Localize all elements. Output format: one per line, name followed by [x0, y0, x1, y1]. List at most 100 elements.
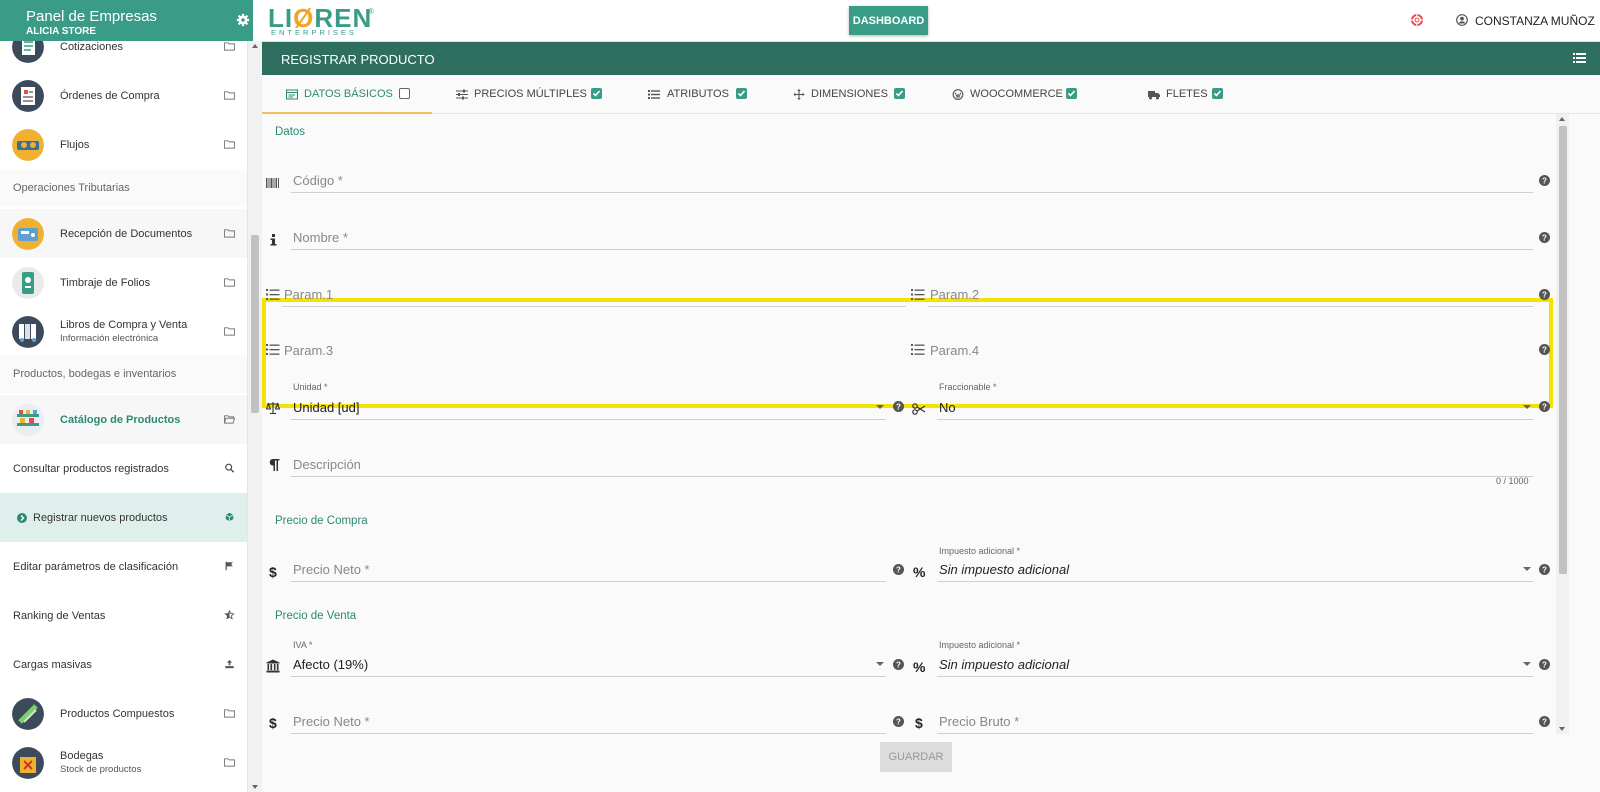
question-circle-icon[interactable]: ?: [1539, 344, 1550, 355]
sidebar-item-ranking-ventas[interactable]: Ranking de Ventas: [0, 591, 247, 641]
descripcion-counter: 0 / 1000: [1496, 476, 1529, 486]
param2-field[interactable]: Param.2: [928, 281, 1533, 307]
folder-icon: [224, 91, 235, 100]
scroll-down-icon[interactable]: [1559, 727, 1565, 731]
page-title: REGISTRAR PRODUCTO: [281, 52, 435, 67]
compra-impuesto-select[interactable]: Sin impuesto adicional: [937, 556, 1533, 582]
productos-compuestos-icon: [12, 698, 44, 730]
svg-text:?: ?: [1542, 346, 1547, 355]
sidebar-item-cotizaciones[interactable]: Cotizaciones: [0, 41, 247, 72]
codigo-field[interactable]: Código *: [291, 167, 1533, 193]
param3-field[interactable]: Param.3: [282, 336, 906, 362]
card-icon: [286, 89, 298, 100]
scroll-up-icon[interactable]: [1559, 117, 1565, 121]
venta-precio-bruto-field[interactable]: Precio Bruto *: [937, 708, 1533, 734]
sidebar-item-label: Timbraje de Folios: [60, 277, 151, 289]
tab-checkbox-checked[interactable]: [894, 88, 905, 99]
question-circle-icon[interactable]: ?: [1539, 401, 1550, 412]
sidebar-item-recepcion-documentos[interactable]: Recepción de Documentos: [0, 209, 247, 259]
question-circle-icon[interactable]: ?: [893, 659, 904, 670]
sidebar-item-cargas-masivas[interactable]: Cargas masivas: [0, 640, 247, 690]
tab-checkbox-checked[interactable]: [591, 88, 602, 99]
sidebar-item-consultar-productos[interactable]: Consultar productos registrados: [0, 444, 247, 494]
venta-impuesto-label: Impuesto adicional *: [939, 640, 1021, 650]
question-circle-icon[interactable]: ?: [1539, 289, 1550, 300]
iva-select[interactable]: Afecto (19%): [291, 651, 886, 677]
dollar-icon: $: [915, 715, 923, 731]
compra-precio-neto-field[interactable]: Precio Neto *: [291, 556, 886, 582]
flujos-icon: [12, 129, 44, 161]
tab-fletes[interactable]: FLETES: [1148, 75, 1248, 114]
nombre-field[interactable]: Nombre *: [291, 224, 1533, 250]
scroll-up-icon[interactable]: [252, 44, 258, 48]
folder-icon: [224, 758, 235, 767]
question-circle-icon[interactable]: ?: [1539, 175, 1550, 186]
sidebar-item-flujos[interactable]: Flujos: [0, 120, 247, 170]
question-circle-icon[interactable]: ?: [1539, 659, 1550, 670]
tab-label: ATRIBUTOS: [667, 88, 729, 100]
question-circle-icon[interactable]: ?: [1539, 564, 1550, 575]
tab-label: DATOS BÁSICOS: [304, 88, 393, 100]
compra-impuesto-label: Impuesto adicional *: [939, 546, 1021, 556]
list-menu-icon[interactable]: [1573, 52, 1586, 64]
venta-impuesto-value: Sin impuesto adicional: [939, 657, 1070, 672]
flag-icon: [225, 561, 233, 571]
save-button[interactable]: GUARDAR: [880, 742, 952, 772]
question-circle-icon[interactable]: ?: [1539, 716, 1550, 727]
sidebar-item-libros-compra-venta[interactable]: Libros de Compra y Venta Información ele…: [0, 307, 247, 357]
sidebar-item-catalogo-productos[interactable]: Catálogo de Productos: [0, 395, 247, 445]
sidebar-item-sublabel: Información electrónica: [60, 333, 159, 344]
tab-label: WOOCOMMERCE: [970, 88, 1063, 100]
lifebuoy-icon[interactable]: [1411, 14, 1423, 26]
question-circle-icon[interactable]: ?: [1539, 232, 1550, 243]
sidebar-item-productos-compuestos[interactable]: Productos Compuestos: [0, 689, 247, 739]
sidebar-item-bodegas[interactable]: Bodegas Stock de productos: [0, 738, 247, 788]
tab-dimensiones[interactable]: DIMENSIONES: [793, 75, 913, 114]
cotizaciones-icon: [12, 41, 44, 63]
gear-icon[interactable]: [236, 13, 250, 27]
unidad-select[interactable]: Unidad [ud]: [291, 394, 886, 420]
sidebar-item-registrar-productos[interactable]: Registrar nuevos productos: [0, 493, 247, 543]
tab-checkbox-checked[interactable]: [736, 88, 747, 99]
fraccionable-select[interactable]: No: [937, 394, 1533, 420]
question-circle-icon[interactable]: ?: [893, 564, 904, 575]
cube-icon: [225, 512, 234, 522]
dashboard-button[interactable]: DASHBOARD: [849, 6, 928, 35]
tab-atributos[interactable]: ATRIBUTOS: [648, 75, 758, 114]
lioren-logo[interactable]: LIØREN ® ENTERPRISES: [268, 3, 378, 37]
tab-woocommerce[interactable]: WOOCOMMERCE: [952, 75, 1092, 114]
scroll-down-icon[interactable]: [252, 785, 258, 789]
sidebar-item-editar-parametros[interactable]: Editar parámetros de clasificación: [0, 542, 247, 592]
section-label: Operaciones Tributarias: [13, 182, 130, 194]
tab-bar: DATOS BÁSICOS PRECIOS MÚLTIPLES ATRIBUTO…: [262, 75, 1600, 114]
bodegas-icon: [12, 747, 44, 779]
tab-checkbox-checked[interactable]: [1212, 88, 1223, 99]
param2-placeholder: Param.2: [930, 287, 980, 302]
unidad-value: Unidad [ud]: [293, 400, 360, 415]
form-scroll-thumb[interactable]: [1559, 126, 1567, 574]
venta-precio-neto-field[interactable]: Precio Neto *: [291, 708, 886, 734]
sidebar-item-label: Ranking de Ventas: [13, 610, 106, 622]
sidebar-item-timbraje-folios[interactable]: Timbraje de Folios: [0, 258, 247, 308]
tab-precios-multiples[interactable]: PRECIOS MÚLTIPLES: [454, 75, 614, 114]
form-scrollbar[interactable]: [1556, 114, 1569, 734]
tab-checkbox-unchecked[interactable]: [399, 88, 410, 99]
sidebar-header: Panel de Empresas ALICIA STORE: [0, 0, 253, 41]
user-name[interactable]: CONSTANZA MUÑOZ: [1475, 14, 1595, 28]
iva-label: IVA *: [293, 640, 313, 650]
sidebar-item-ordenes-compra[interactable]: Órdenes de Compra: [0, 71, 247, 121]
question-circle-icon[interactable]: ?: [893, 716, 904, 727]
param1-field[interactable]: Param.1: [282, 281, 906, 307]
sidebar-scroll-thumb[interactable]: [251, 235, 259, 413]
descripcion-field[interactable]: Descripción: [291, 451, 1533, 477]
sidebar-scrollbar[interactable]: [247, 41, 262, 792]
venta-impuesto-select[interactable]: Sin impuesto adicional: [937, 651, 1533, 677]
logo-subtitle: ENTERPRISES: [271, 28, 357, 37]
param4-field[interactable]: Param.4: [928, 336, 1533, 362]
svg-text:?: ?: [1542, 718, 1547, 727]
question-circle-icon[interactable]: ?: [893, 401, 904, 412]
user-icon[interactable]: [1456, 14, 1468, 26]
tab-checkbox-checked[interactable]: [1066, 88, 1077, 99]
bank-icon: [266, 659, 280, 673]
tab-datos-basicos[interactable]: DATOS BÁSICOS: [262, 75, 432, 114]
